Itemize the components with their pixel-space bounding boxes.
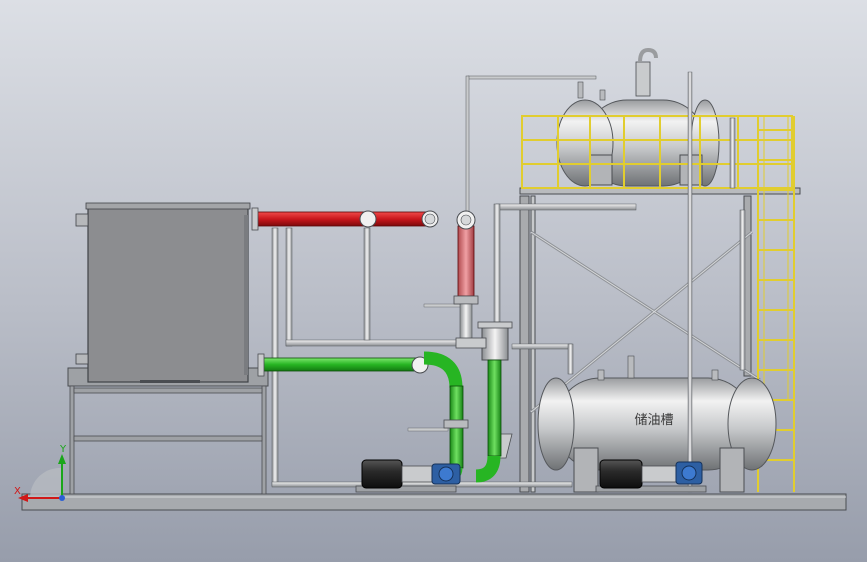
thermal-oil-system-drawing: 储油槽 Y X bbox=[0, 0, 867, 562]
base-skid bbox=[21, 493, 847, 511]
y-axis-label: Y bbox=[59, 444, 67, 455]
x-axis-label: X bbox=[14, 486, 21, 497]
storage-tank-label: 储油槽 bbox=[634, 413, 673, 428]
